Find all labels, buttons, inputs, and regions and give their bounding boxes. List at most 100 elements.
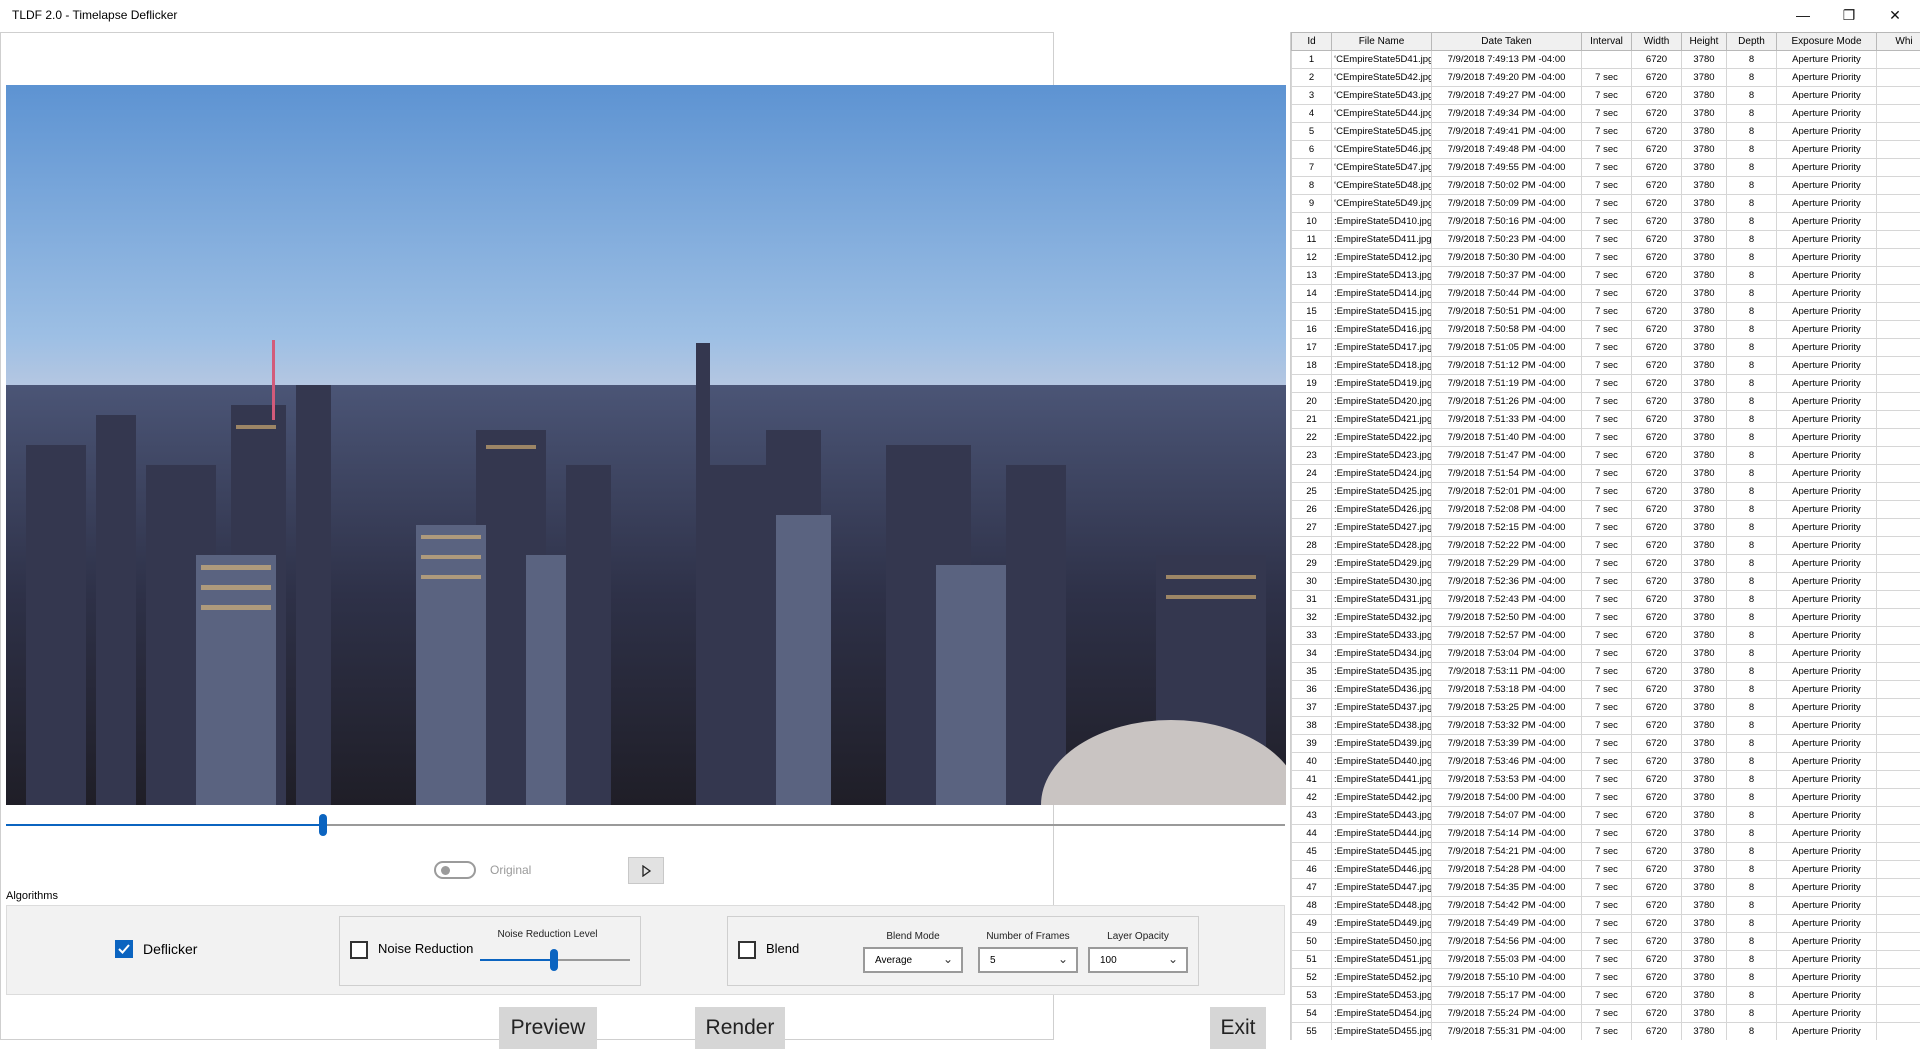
table-row[interactable]: 38:EmpireState5D438.jpg7/9/2018 7:53:32 … (1292, 717, 1920, 735)
number-of-frames-select[interactable]: 5 ⌄ (978, 947, 1078, 973)
layer-opacity-select[interactable]: 100 ⌄ (1088, 947, 1188, 973)
table-row[interactable]: 11:EmpireState5D411.jpg7/9/2018 7:50:23 … (1292, 231, 1920, 249)
table-cell: 8 (1727, 1005, 1777, 1023)
table-row[interactable]: 48:EmpireState5D448.jpg7/9/2018 7:54:42 … (1292, 897, 1920, 915)
table-cell: 6720 (1632, 357, 1682, 375)
table-row[interactable]: 20:EmpireState5D420.jpg7/9/2018 7:51:26 … (1292, 393, 1920, 411)
noise-reduction-slider-thumb[interactable] (550, 949, 558, 971)
preview-button[interactable]: Preview (499, 1007, 597, 1049)
table-row[interactable]: 44:EmpireState5D444.jpg7/9/2018 7:54:14 … (1292, 825, 1920, 843)
minimize-button[interactable]: — (1780, 0, 1826, 30)
table-row[interactable]: 28:EmpireState5D428.jpg7/9/2018 7:52:22 … (1292, 537, 1920, 555)
table-row[interactable]: 3ʻCEmpireState5D43.jpg7/9/2018 7:49:27 P… (1292, 87, 1920, 105)
play-button[interactable] (628, 857, 664, 884)
column-header[interactable]: Interval (1582, 33, 1632, 51)
table-row[interactable]: 25:EmpireState5D425.jpg7/9/2018 7:52:01 … (1292, 483, 1920, 501)
noise-reduction-label: Noise Reduction (378, 941, 473, 956)
restore-button[interactable]: ❐ (1826, 0, 1872, 30)
table-cell: 3780 (1682, 285, 1727, 303)
table-row[interactable]: 46:EmpireState5D446.jpg7/9/2018 7:54:28 … (1292, 861, 1920, 879)
table-cell (1877, 321, 1920, 339)
column-header[interactable]: Date Taken (1432, 33, 1582, 51)
table-row[interactable]: 47:EmpireState5D447.jpg7/9/2018 7:54:35 … (1292, 879, 1920, 897)
table-cell: 44 (1292, 825, 1332, 843)
table-row[interactable]: 33:EmpireState5D433.jpg7/9/2018 7:52:57 … (1292, 627, 1920, 645)
table-row[interactable]: 31:EmpireState5D431.jpg7/9/2018 7:52:43 … (1292, 591, 1920, 609)
table-row[interactable]: 52:EmpireState5D452.jpg7/9/2018 7:55:10 … (1292, 969, 1920, 987)
table-row[interactable]: 19:EmpireState5D419.jpg7/9/2018 7:51:19 … (1292, 375, 1920, 393)
table-cell: 7 sec (1582, 177, 1632, 195)
table-row[interactable]: 17:EmpireState5D417.jpg7/9/2018 7:51:05 … (1292, 339, 1920, 357)
table-row[interactable]: 1ʻCEmpireState5D41.jpg7/9/2018 7:49:13 P… (1292, 51, 1920, 69)
table-cell: :EmpireState5D437.jpg (1332, 699, 1432, 717)
table-row[interactable]: 4ʻCEmpireState5D44.jpg7/9/2018 7:49:34 P… (1292, 105, 1920, 123)
table-cell: 7 sec (1582, 375, 1632, 393)
table-row[interactable]: 35:EmpireState5D435.jpg7/9/2018 7:53:11 … (1292, 663, 1920, 681)
deflicker-checkbox[interactable] (115, 940, 133, 958)
table-cell: 8 (1727, 375, 1777, 393)
column-header[interactable]: Depth (1727, 33, 1777, 51)
table-cell: 7 sec (1582, 807, 1632, 825)
table-row[interactable]: 6ʻCEmpireState5D46.jpg7/9/2018 7:49:48 P… (1292, 141, 1920, 159)
column-header[interactable]: Height (1682, 33, 1727, 51)
table-row[interactable]: 23:EmpireState5D423.jpg7/9/2018 7:51:47 … (1292, 447, 1920, 465)
table-row[interactable]: 55:EmpireState5D455.jpg7/9/2018 7:55:31 … (1292, 1023, 1920, 1041)
table-row[interactable]: 34:EmpireState5D434.jpg7/9/2018 7:53:04 … (1292, 645, 1920, 663)
render-button[interactable]: Render (695, 1007, 785, 1049)
table-row[interactable]: 22:EmpireState5D422.jpg7/9/2018 7:51:40 … (1292, 429, 1920, 447)
table-row[interactable]: 40:EmpireState5D440.jpg7/9/2018 7:53:46 … (1292, 753, 1920, 771)
table-row[interactable]: 12:EmpireState5D412.jpg7/9/2018 7:50:30 … (1292, 249, 1920, 267)
table-row[interactable]: 42:EmpireState5D442.jpg7/9/2018 7:54:00 … (1292, 789, 1920, 807)
table-row[interactable]: 9ʻCEmpireState5D49.jpg7/9/2018 7:50:09 P… (1292, 195, 1920, 213)
column-header[interactable]: Width (1632, 33, 1682, 51)
table-row[interactable]: 5ʻCEmpireState5D45.jpg7/9/2018 7:49:41 P… (1292, 123, 1920, 141)
column-header[interactable]: Id (1292, 33, 1332, 51)
table-row[interactable]: 29:EmpireState5D429.jpg7/9/2018 7:52:29 … (1292, 555, 1920, 573)
frame-slider-thumb[interactable] (319, 814, 327, 836)
table-row[interactable]: 13:EmpireState5D413.jpg7/9/2018 7:50:37 … (1292, 267, 1920, 285)
table-row[interactable]: 24:EmpireState5D424.jpg7/9/2018 7:51:54 … (1292, 465, 1920, 483)
table-row[interactable]: 7ʻCEmpireState5D47.jpg7/9/2018 7:49:55 P… (1292, 159, 1920, 177)
frame-slider[interactable] (6, 824, 1285, 826)
table-row[interactable]: 26:EmpireState5D426.jpg7/9/2018 7:52:08 … (1292, 501, 1920, 519)
table-cell: 8 (1727, 573, 1777, 591)
exit-button[interactable]: Exit (1210, 1007, 1266, 1049)
table-row[interactable]: 2ʻCEmpireState5D42.jpg7/9/2018 7:49:20 P… (1292, 69, 1920, 87)
table-row[interactable]: 8ʻCEmpireState5D48.jpg7/9/2018 7:50:02 P… (1292, 177, 1920, 195)
table-row[interactable]: 21:EmpireState5D421.jpg7/9/2018 7:51:33 … (1292, 411, 1920, 429)
table-row[interactable]: 36:EmpireState5D436.jpg7/9/2018 7:53:18 … (1292, 681, 1920, 699)
table-row[interactable]: 27:EmpireState5D427.jpg7/9/2018 7:52:15 … (1292, 519, 1920, 537)
table-cell: Aperture Priority (1777, 717, 1877, 735)
table-row[interactable]: 39:EmpireState5D439.jpg7/9/2018 7:53:39 … (1292, 735, 1920, 753)
table-row[interactable]: 49:EmpireState5D449.jpg7/9/2018 7:54:49 … (1292, 915, 1920, 933)
noise-reduction-checkbox[interactable] (350, 941, 368, 959)
table-row[interactable]: 15:EmpireState5D415.jpg7/9/2018 7:50:51 … (1292, 303, 1920, 321)
table-row[interactable]: 30:EmpireState5D430.jpg7/9/2018 7:52:36 … (1292, 573, 1920, 591)
table-row[interactable]: 45:EmpireState5D445.jpg7/9/2018 7:54:21 … (1292, 843, 1920, 861)
table-row[interactable]: 54:EmpireState5D454.jpg7/9/2018 7:55:24 … (1292, 1005, 1920, 1023)
noise-reduction-slider[interactable] (480, 959, 630, 961)
table-cell: ʻCEmpireState5D48.jpg (1332, 177, 1432, 195)
table-row[interactable]: 37:EmpireState5D437.jpg7/9/2018 7:53:25 … (1292, 699, 1920, 717)
original-toggle[interactable] (434, 861, 476, 879)
table-row[interactable]: 50:EmpireState5D450.jpg7/9/2018 7:54:56 … (1292, 933, 1920, 951)
table-row[interactable]: 10:EmpireState5D410.jpg7/9/2018 7:50:16 … (1292, 213, 1920, 231)
table-cell: 7 sec (1582, 69, 1632, 87)
table-cell: 8 (1727, 177, 1777, 195)
table-row[interactable]: 51:EmpireState5D451.jpg7/9/2018 7:55:03 … (1292, 951, 1920, 969)
table-row[interactable]: 41:EmpireState5D441.jpg7/9/2018 7:53:53 … (1292, 771, 1920, 789)
column-header[interactable]: File Name (1332, 33, 1432, 51)
table-row[interactable]: 18:EmpireState5D418.jpg7/9/2018 7:51:12 … (1292, 357, 1920, 375)
table-row[interactable]: 53:EmpireState5D453.jpg7/9/2018 7:55:17 … (1292, 987, 1920, 1005)
blend-mode-select[interactable]: Average ⌄ (863, 947, 963, 973)
close-button[interactable]: ✕ (1872, 0, 1918, 30)
table-cell: Aperture Priority (1777, 447, 1877, 465)
table-row[interactable]: 14:EmpireState5D414.jpg7/9/2018 7:50:44 … (1292, 285, 1920, 303)
column-header[interactable]: Exposure Mode (1777, 33, 1877, 51)
column-header[interactable]: Whi (1877, 33, 1920, 51)
blend-checkbox[interactable] (738, 941, 756, 959)
table-row[interactable]: 43:EmpireState5D443.jpg7/9/2018 7:54:07 … (1292, 807, 1920, 825)
table-cell (1877, 69, 1920, 87)
table-row[interactable]: 32:EmpireState5D432.jpg7/9/2018 7:52:50 … (1292, 609, 1920, 627)
table-row[interactable]: 16:EmpireState5D416.jpg7/9/2018 7:50:58 … (1292, 321, 1920, 339)
